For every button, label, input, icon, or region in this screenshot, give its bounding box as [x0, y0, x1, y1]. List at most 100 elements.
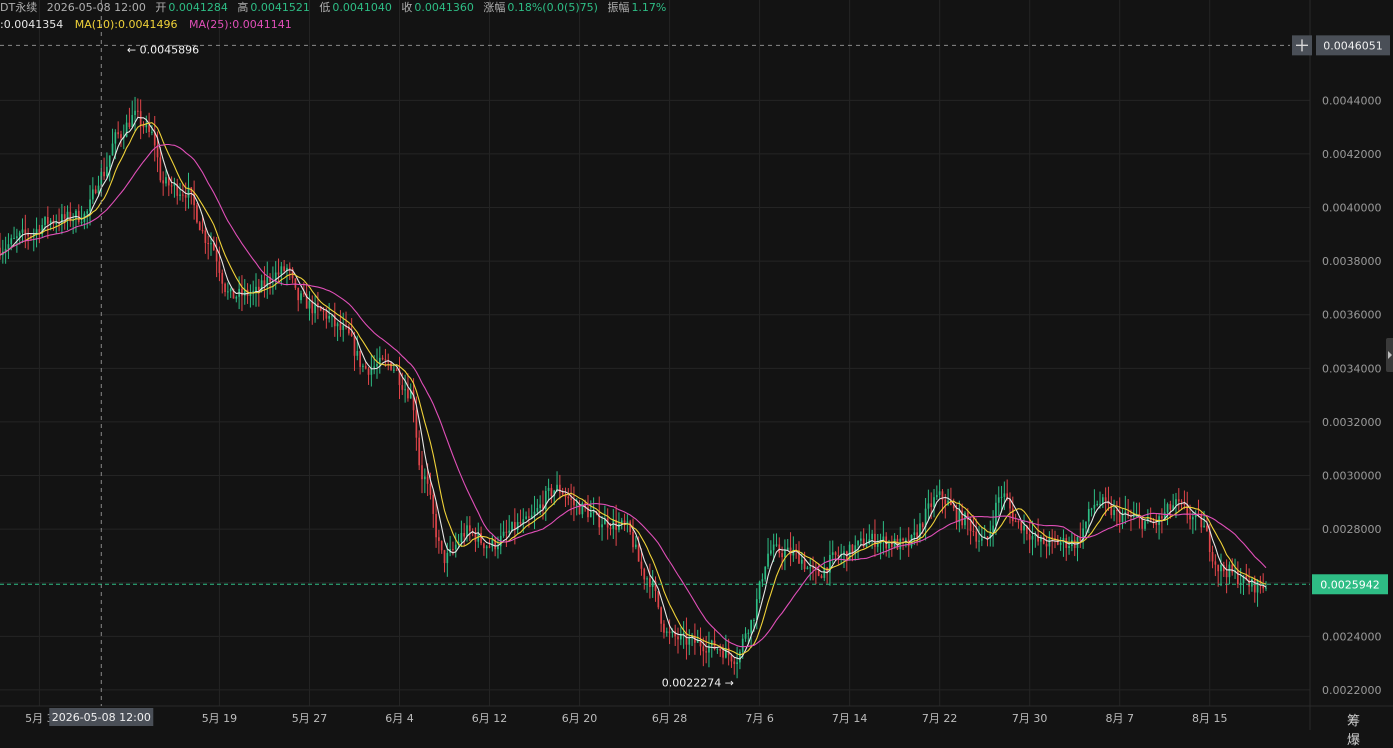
candle-body — [421, 465, 423, 480]
candle-body — [446, 552, 449, 564]
candle-body — [800, 559, 803, 564]
candle-body — [373, 366, 376, 368]
candle-body — [336, 323, 339, 327]
candle-body — [646, 578, 648, 580]
amplitude-value: 1.17% — [631, 1, 667, 14]
y-tick-label: 0.0040000 — [1322, 202, 1382, 215]
expand-panel-handle[interactable] — [1386, 338, 1393, 372]
candle-body — [1161, 516, 1163, 519]
candle-body — [1177, 499, 1180, 502]
x-tick-label: 5月 27 — [292, 712, 328, 725]
candle-body — [938, 491, 941, 495]
candle-body — [468, 525, 471, 531]
candle-body — [935, 494, 938, 498]
candle-body — [640, 561, 643, 569]
candle-body — [359, 350, 361, 367]
candle-body — [1192, 517, 1194, 520]
candle-body — [1144, 521, 1146, 529]
extreme-price-annotation: ← 0.0045896 — [127, 44, 199, 57]
candle-body — [1217, 564, 1220, 572]
candle-body — [860, 538, 862, 541]
y-tick-label: 0.0034000 — [1322, 362, 1382, 375]
candle-body — [570, 498, 572, 500]
open-value: 0.0041284 — [168, 1, 228, 14]
ohlc-info-bar: DT永续 2026-05-08 12:00 开 0.0041284 高 0.0041… — [0, 0, 672, 16]
candle-body — [61, 214, 63, 225]
candle-body — [978, 540, 980, 542]
candle-body — [483, 543, 485, 549]
candle-body — [1175, 499, 1177, 506]
candle-body — [747, 632, 750, 634]
candle-body — [423, 476, 426, 480]
candle-body — [589, 512, 592, 518]
candle-body — [277, 272, 280, 275]
candle-body — [634, 544, 637, 548]
candle-body — [1262, 586, 1265, 589]
candle-body — [89, 199, 91, 212]
candle-body — [207, 243, 210, 245]
ma25-value: MA(25):0.0041141 — [189, 18, 292, 31]
candle-body — [927, 503, 930, 509]
candle-body — [837, 554, 840, 557]
candle-body — [730, 655, 733, 662]
candle-body — [182, 194, 184, 196]
candle-body — [415, 410, 418, 438]
candle-body — [10, 238, 13, 245]
candle-body — [688, 638, 691, 645]
candle-body — [1180, 501, 1183, 503]
candle-body — [1155, 522, 1158, 525]
candle-body — [1220, 564, 1222, 572]
low-label: 低 — [319, 1, 331, 14]
candle-body — [198, 222, 201, 231]
candle-body — [1087, 509, 1090, 522]
ma-legend: :0.0041354 MA(10):0.0041496 MA(25):0.004… — [0, 17, 292, 33]
candle-body — [539, 504, 542, 509]
candle-body — [1228, 564, 1231, 578]
candle-body — [103, 171, 105, 177]
candle-body — [1068, 545, 1070, 549]
candle-body — [609, 527, 612, 529]
candle-body — [770, 550, 772, 554]
candle-body — [1116, 510, 1118, 512]
ma5-value: :0.0041354 — [0, 18, 64, 31]
ma10-value: MA(10):0.0041496 — [74, 18, 178, 31]
candle-body — [753, 619, 755, 621]
candle-body — [165, 177, 167, 184]
high-label: 高 — [237, 1, 249, 14]
candle-body — [722, 650, 724, 658]
candle-body — [114, 132, 117, 144]
candle-body — [1113, 510, 1115, 516]
candle-body — [407, 389, 409, 399]
candle-body — [865, 544, 868, 547]
y-tick-label: 0.0022000 — [1322, 684, 1382, 697]
kline-chart[interactable]: 0.0044000 0.0042000 0.0040000 0.0038000 0.00… — [0, 0, 1393, 730]
candle-body — [643, 568, 646, 580]
candle-body — [196, 205, 198, 223]
candle-body — [772, 544, 775, 551]
candle-body — [784, 550, 786, 558]
y-tick-label: 0.0024000 — [1322, 630, 1382, 643]
candle-body — [7, 244, 10, 249]
candle-body — [1017, 521, 1020, 523]
candle-body — [13, 237, 15, 239]
amplitude-label: 振幅 — [607, 1, 630, 14]
candle-body — [381, 357, 384, 360]
candle-body — [350, 333, 353, 337]
candle-body — [229, 288, 232, 292]
candle-body — [502, 531, 505, 536]
footer-tool-glyphs[interactable]: 筹 爆 — [1347, 710, 1393, 748]
candle-body — [432, 494, 435, 514]
candle-body — [812, 567, 814, 569]
candle-body — [649, 578, 651, 587]
candle-body — [719, 648, 722, 651]
candle-body — [435, 513, 437, 538]
candle-body — [302, 293, 305, 295]
candle-body — [1231, 564, 1234, 573]
candle-body — [871, 533, 873, 540]
y-tick-label: 0.0028000 — [1322, 523, 1382, 536]
chart-canvas[interactable]: 0.0044000 0.0042000 0.0040000 0.0038000 0.00… — [0, 0, 1393, 730]
candle-body — [1090, 508, 1093, 510]
crosshair-price-label: 0.0046051 — [1323, 39, 1383, 52]
candle-body — [1121, 514, 1124, 523]
candle-body — [156, 145, 159, 158]
